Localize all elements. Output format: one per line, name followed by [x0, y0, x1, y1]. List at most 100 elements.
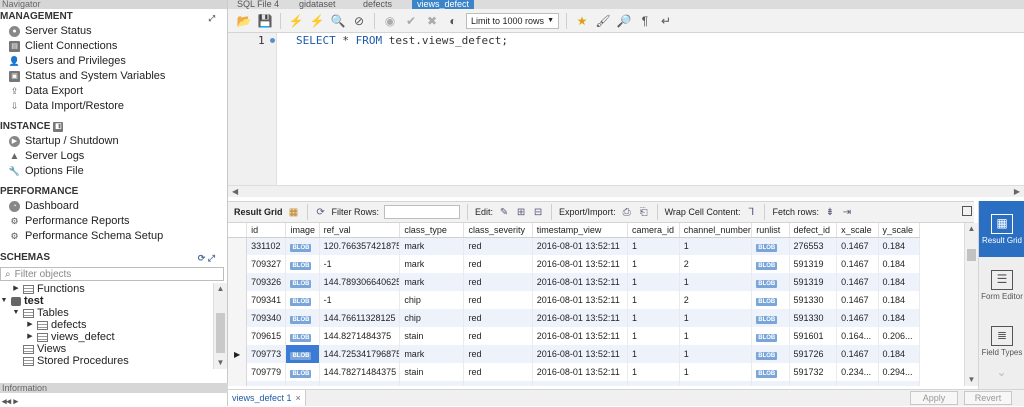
column-header[interactable]: runlist [751, 223, 790, 238]
delete-row-icon[interactable]: ⊟ [532, 206, 544, 218]
table-cell[interactable]: 144.725341796875 [319, 345, 401, 363]
table-cell[interactable]: BLOB [751, 363, 790, 381]
table-cell[interactable]: BLOB [285, 309, 320, 327]
table-cell[interactable]: red [463, 255, 533, 273]
table-cell[interactable]: 591738 [789, 381, 838, 386]
export-icon[interactable]: ⎙ [621, 206, 633, 218]
row-header[interactable] [228, 291, 248, 309]
nav-options-file[interactable]: 🔧 Options File [0, 164, 227, 179]
table-cell[interactable]: red [463, 273, 533, 291]
table-cell[interactable]: red [463, 309, 533, 327]
table-cell[interactable]: 0.1467 [836, 309, 879, 327]
editor-hscrollbar[interactable]: ◀ ▶ [228, 185, 1024, 197]
grid-icon[interactable]: ▦ [288, 206, 300, 218]
scroll-right-icon[interactable]: ▶ [1014, 186, 1020, 198]
table-row[interactable]: 709615 BLOB 144.8271484375 stain red 2016-08-… [228, 327, 921, 345]
table-row[interactable]: 331102 BLOB 120.766357421875 mark red 2016-08… [228, 237, 921, 255]
import-icon[interactable]: ⎗ [638, 206, 650, 218]
table-row[interactable]: ▶ 709773 BLOB 144.725341796875 mark red 2016-0… [228, 345, 921, 363]
fetch-next-icon[interactable]: ⇟ [824, 206, 836, 218]
table-cell[interactable]: BLOB [751, 309, 790, 327]
table-cell[interactable]: 591330 [789, 291, 838, 309]
table-cell[interactable]: BLOB [751, 255, 790, 273]
table-cell[interactable]: 1 [627, 273, 680, 291]
revert-button[interactable]: Revert [964, 391, 1012, 405]
table-cell[interactable]: 1 [679, 381, 753, 386]
nav-server-logs[interactable]: ▲ Server Logs [0, 149, 227, 164]
table-cell[interactable]: 0.184 [878, 309, 921, 327]
execute-current-icon[interactable]: ⚡ [309, 13, 325, 29]
nav-users-privileges[interactable]: 👤 Users and Privileges [0, 54, 227, 69]
table-cell[interactable]: 0.184 [878, 291, 921, 309]
management-header[interactable]: MANAGEMENT ⤢ [0, 9, 227, 24]
table-cell[interactable]: BLOB [751, 327, 790, 345]
collapse-caret-icon[interactable]: ▼ [12, 307, 20, 319]
table-cell[interactable]: bubble [399, 381, 465, 386]
table-cell[interactable]: 1 [627, 309, 680, 327]
table-cell[interactable]: 709341 [246, 291, 287, 309]
nav-status-variables[interactable]: ▣ Status and System Variables [0, 69, 227, 84]
table-cell[interactable]: 0.1467 [836, 291, 879, 309]
sql-editor[interactable]: 1 SELECT * FROM test.views_defect; [228, 33, 1024, 185]
close-icon[interactable]: × [296, 390, 301, 406]
table-cell[interactable]: 144.789306640625 [319, 273, 401, 291]
table-cell[interactable]: chip [399, 291, 465, 309]
invisible-chars-icon[interactable]: ¶ [637, 13, 653, 29]
grid-scrollbar[interactable]: ▲ ▼ [964, 223, 978, 386]
table-cell[interactable]: 0.164... [836, 327, 879, 345]
tab-sql-file-4[interactable]: SQL File 4 [232, 0, 290, 9]
table-cell[interactable]: 1 [627, 291, 680, 309]
table-cell[interactable]: red [463, 381, 533, 386]
column-header[interactable]: image [285, 223, 320, 238]
column-header[interactable]: channel_number [679, 223, 753, 238]
row-header[interactable] [228, 237, 248, 255]
table-cell[interactable]: 1 [679, 345, 753, 363]
table-cell[interactable]: 0.1467 [836, 273, 879, 291]
field-types-button[interactable]: ≣ Field Types [979, 313, 1024, 369]
tree-item-views-defect[interactable]: ▶ views_defect [0, 331, 227, 343]
table-cell[interactable]: 2016-08-01 13:52:11 [532, 291, 629, 309]
table-cell[interactable]: mark [399, 273, 465, 291]
table-cell[interactable]: 0.1467 [836, 237, 879, 255]
form-editor-button[interactable]: ☰ Form Editor [979, 257, 1024, 313]
table-cell[interactable]: -1 [319, 291, 401, 309]
column-header[interactable]: defect_id [789, 223, 838, 238]
filter-rows-input[interactable] [384, 205, 461, 219]
table-cell[interactable]: 1 [679, 327, 753, 345]
table-cell[interactable]: 709779 [246, 363, 287, 381]
table-cell[interactable]: 1 [627, 327, 680, 345]
table-cell[interactable]: BLOB [285, 237, 320, 255]
table-cell[interactable]: 709340 [246, 309, 287, 327]
row-header[interactable] [228, 363, 248, 381]
tree-item-functions[interactable]: ▶ Functions [0, 283, 227, 295]
nav-performance-reports[interactable]: ⚙ Performance Reports [0, 214, 227, 229]
table-row[interactable]: 709341 BLOB -1 chip red 2016-08-01 13:52:11 1 2… [228, 291, 921, 309]
column-header[interactable]: timestamp_view [532, 223, 629, 238]
table-cell[interactable]: 1 [627, 363, 680, 381]
rollback-icon[interactable]: ✖ [424, 13, 440, 29]
table-cell[interactable]: BLOB [285, 255, 320, 273]
table-cell[interactable]: 2016-08-01 13:52:11 [532, 309, 629, 327]
table-row[interactable]: 709785BLOB144.72314453125bubblered2016-0… [228, 381, 921, 386]
table-cell[interactable]: mark [399, 345, 465, 363]
table-cell[interactable]: 2016-08-01 13:52:11 [532, 255, 629, 273]
table-cell[interactable]: 2016-08-01 13:52:11 [532, 327, 629, 345]
result-grid-view-button[interactable]: ▦ Result Grid [979, 201, 1024, 257]
result-grid[interactable]: id image ref_val class_type class_severi… [228, 223, 964, 386]
tree-item-stored-procedures[interactable]: Stored Procedures [0, 355, 227, 367]
table-cell[interactable]: stain [399, 327, 465, 345]
table-cell[interactable]: 0.184 [878, 345, 921, 363]
table-cell[interactable]: 1 [627, 237, 680, 255]
table-cell[interactable]: 0.184 [878, 273, 921, 291]
table-cell[interactable]: 0.206... [878, 327, 921, 345]
nav-client-connections[interactable]: ▤ Client Connections [0, 39, 227, 54]
table-cell[interactable]: 1 [627, 345, 680, 363]
column-header[interactable]: x_scale [836, 223, 879, 238]
table-cell[interactable]: BLOB [285, 363, 320, 381]
table-cell[interactable]: red [463, 345, 533, 363]
schemas-header[interactable]: SCHEMAS ⟳ ⤢ [0, 250, 227, 265]
table-cell[interactable]: 709327 [246, 255, 287, 273]
table-cell[interactable]: 0.184 [878, 255, 921, 273]
save-icon[interactable]: 💾 [257, 13, 273, 29]
table-cell[interactable]: 0.294... [878, 363, 921, 381]
